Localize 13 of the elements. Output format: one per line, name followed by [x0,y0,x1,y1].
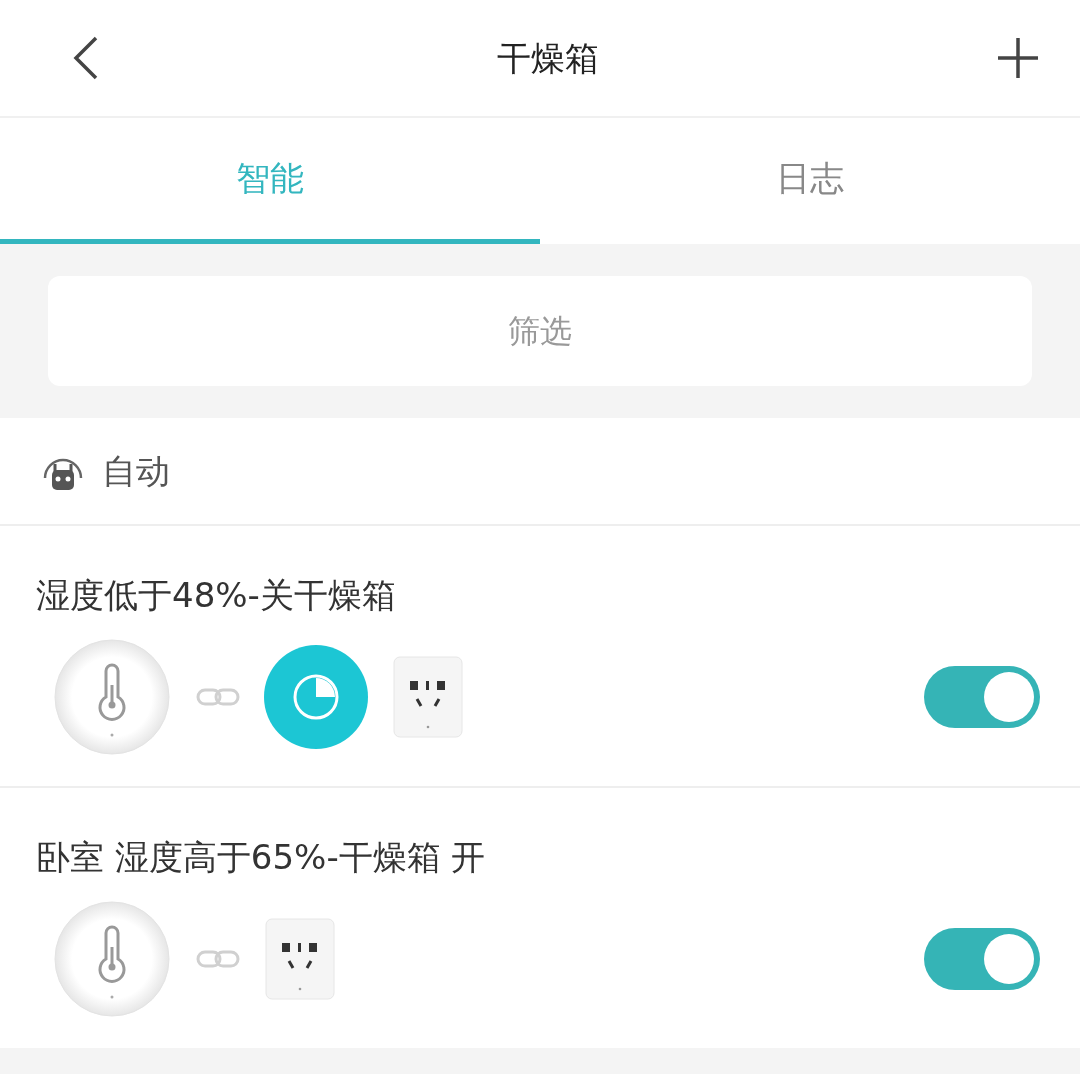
link-icon [196,949,240,969]
page-title: 干燥箱 [497,36,599,80]
section-title: 自动 [102,449,170,493]
rule-title: 湿度低于48%-关干燥箱 [36,574,397,617]
timer-icon [264,645,368,749]
rule-title: 卧室 湿度高于65%-干燥箱 开 [36,836,487,879]
thermometer-sensor-icon [52,637,172,757]
filter-button[interactable]: 筛选 [48,276,1032,386]
power-socket-icon [264,917,336,1001]
link-icon [196,687,240,707]
add-icon[interactable] [996,36,1040,80]
thermometer-sensor-icon [52,899,172,1019]
power-socket-icon [392,655,464,739]
